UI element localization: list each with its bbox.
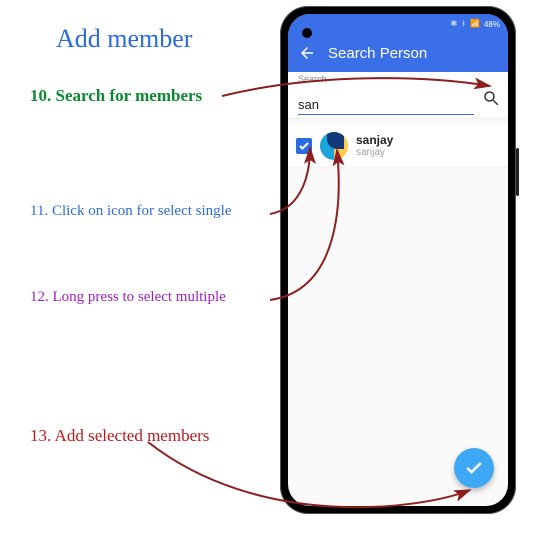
search-underline <box>298 114 474 115</box>
avatar[interactable] <box>320 132 348 160</box>
search-label: Search <box>298 74 327 84</box>
back-button[interactable] <box>298 44 316 62</box>
signal-icon: 📶 <box>470 20 480 28</box>
power-button <box>516 148 519 196</box>
arrow-left-icon <box>298 44 316 62</box>
add-selected-fab[interactable] <box>454 448 494 488</box>
step-12-label: 12. Long press to select multiple <box>30 289 226 306</box>
front-camera <box>302 28 312 38</box>
result-sub: sanjay <box>356 148 393 158</box>
result-checkbox[interactable] <box>296 138 312 154</box>
check-icon <box>464 458 484 478</box>
step-11-label: 11. Click on icon for select single <box>30 203 231 220</box>
bluetooth-icon: ᚼ <box>461 20 466 28</box>
appbar-title: Search Person <box>328 45 427 62</box>
battery-text: 48% <box>484 20 500 29</box>
phone-frame: ✻ ᚼ 📶 48% Search Person Search san <box>280 6 516 514</box>
search-icon <box>482 89 500 107</box>
result-text: sanjay sanjay <box>356 134 393 158</box>
step-10-label: 10. Search for members <box>30 86 202 106</box>
search-button[interactable] <box>482 89 500 112</box>
step-13-label: 13. Add selected members <box>30 426 209 446</box>
check-icon <box>298 140 310 152</box>
result-row[interactable]: sanjay sanjay <box>288 125 508 168</box>
result-name: sanjay <box>356 134 393 146</box>
page-title: Add member <box>56 24 192 54</box>
status-bar: ✻ ᚼ 📶 48% <box>288 14 508 34</box>
search-row[interactable]: Search san <box>288 72 508 119</box>
search-input[interactable]: san <box>298 97 482 114</box>
phone-screen: ✻ ᚼ 📶 48% Search Person Search san <box>288 14 508 506</box>
app-bar: Search Person <box>288 34 508 72</box>
wifi-icon: ✻ <box>451 20 458 28</box>
